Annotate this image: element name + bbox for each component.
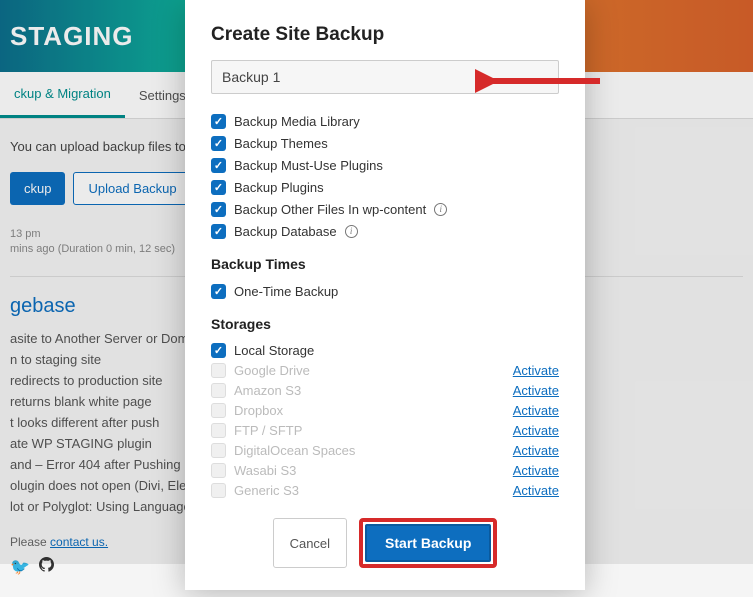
storage-row: DigitalOcean Spaces Activate — [211, 440, 559, 460]
activate-link[interactable]: Activate — [513, 363, 559, 378]
activate-link[interactable]: Activate — [513, 483, 559, 498]
checkbox-icon — [211, 403, 226, 418]
create-backup-modal: Create Site Backup Backup Media LibraryB… — [185, 0, 585, 590]
info-icon[interactable]: i — [434, 203, 447, 216]
backup-option-row[interactable]: Backup Must-Use Plugins — [211, 154, 559, 176]
checkbox-icon — [211, 443, 226, 458]
storage-label: Amazon S3 — [234, 383, 364, 398]
storage-label: Google Drive — [234, 363, 364, 378]
storage-row: Wasabi S3 Activate — [211, 460, 559, 480]
onetime-row[interactable]: One-Time Backup — [211, 280, 559, 302]
checkbox-icon — [211, 363, 226, 378]
checkbox-icon[interactable] — [211, 180, 226, 195]
checkbox-icon[interactable] — [211, 284, 226, 299]
cancel-button[interactable]: Cancel — [273, 518, 347, 568]
start-backup-button[interactable]: Start Backup — [365, 524, 491, 562]
storage-row[interactable]: Local Storage — [211, 340, 559, 360]
modal-title: Create Site Backup — [211, 24, 559, 46]
backup-option-row[interactable]: Backup Themes — [211, 132, 559, 154]
activate-link[interactable]: Activate — [513, 423, 559, 438]
checkbox-icon — [211, 423, 226, 438]
backup-options: Backup Media Library Backup Themes Backup … — [211, 110, 559, 242]
option-label: Backup Themes — [234, 136, 328, 151]
storage-label: Wasabi S3 — [234, 463, 364, 478]
storage-row: Dropbox Activate — [211, 400, 559, 420]
option-label: Backup Database — [234, 224, 337, 239]
storage-row: FTP / SFTP Activate — [211, 420, 559, 440]
option-label: Backup Plugins — [234, 180, 324, 195]
backup-name-input[interactable] — [211, 60, 559, 94]
checkbox-icon — [211, 463, 226, 478]
checkbox-icon[interactable] — [211, 136, 226, 151]
storage-row: Google Drive Activate — [211, 360, 559, 380]
option-label: Backup Media Library — [234, 114, 360, 129]
storage-label: DigitalOcean Spaces — [234, 443, 364, 458]
start-highlight: Start Backup — [359, 518, 497, 568]
storage-row: Amazon S3 Activate — [211, 380, 559, 400]
storage-label: FTP / SFTP — [234, 423, 364, 438]
backup-option-row[interactable]: Backup Plugins — [211, 176, 559, 198]
activate-link[interactable]: Activate — [513, 383, 559, 398]
onetime-label: One-Time Backup — [234, 284, 338, 299]
storages-list: Local StorageGoogle DriveActivateAmazon … — [211, 340, 559, 500]
checkbox-icon[interactable] — [211, 224, 226, 239]
checkbox-icon[interactable] — [211, 343, 226, 358]
activate-link[interactable]: Activate — [513, 403, 559, 418]
storage-label: Local Storage — [234, 343, 364, 358]
activate-link[interactable]: Activate — [513, 443, 559, 458]
backup-times-heading: Backup Times — [211, 256, 559, 272]
activate-link[interactable]: Activate — [513, 463, 559, 478]
backup-option-row[interactable]: Backup Media Library — [211, 110, 559, 132]
storages-heading: Storages — [211, 316, 559, 332]
checkbox-icon — [211, 483, 226, 498]
option-label: Backup Must-Use Plugins — [234, 158, 383, 173]
storage-row: Generic S3 Activate — [211, 480, 559, 500]
backup-option-row[interactable]: Backup Other Files In wp-content i — [211, 198, 559, 220]
modal-footer: Cancel Start Backup — [211, 518, 559, 568]
checkbox-icon[interactable] — [211, 202, 226, 217]
info-icon[interactable]: i — [345, 225, 358, 238]
checkbox-icon[interactable] — [211, 158, 226, 173]
storage-label: Generic S3 — [234, 483, 364, 498]
checkbox-icon — [211, 383, 226, 398]
backup-option-row[interactable]: Backup Database i — [211, 220, 559, 242]
storage-label: Dropbox — [234, 403, 364, 418]
checkbox-icon[interactable] — [211, 114, 226, 129]
option-label: Backup Other Files In wp-content — [234, 202, 426, 217]
